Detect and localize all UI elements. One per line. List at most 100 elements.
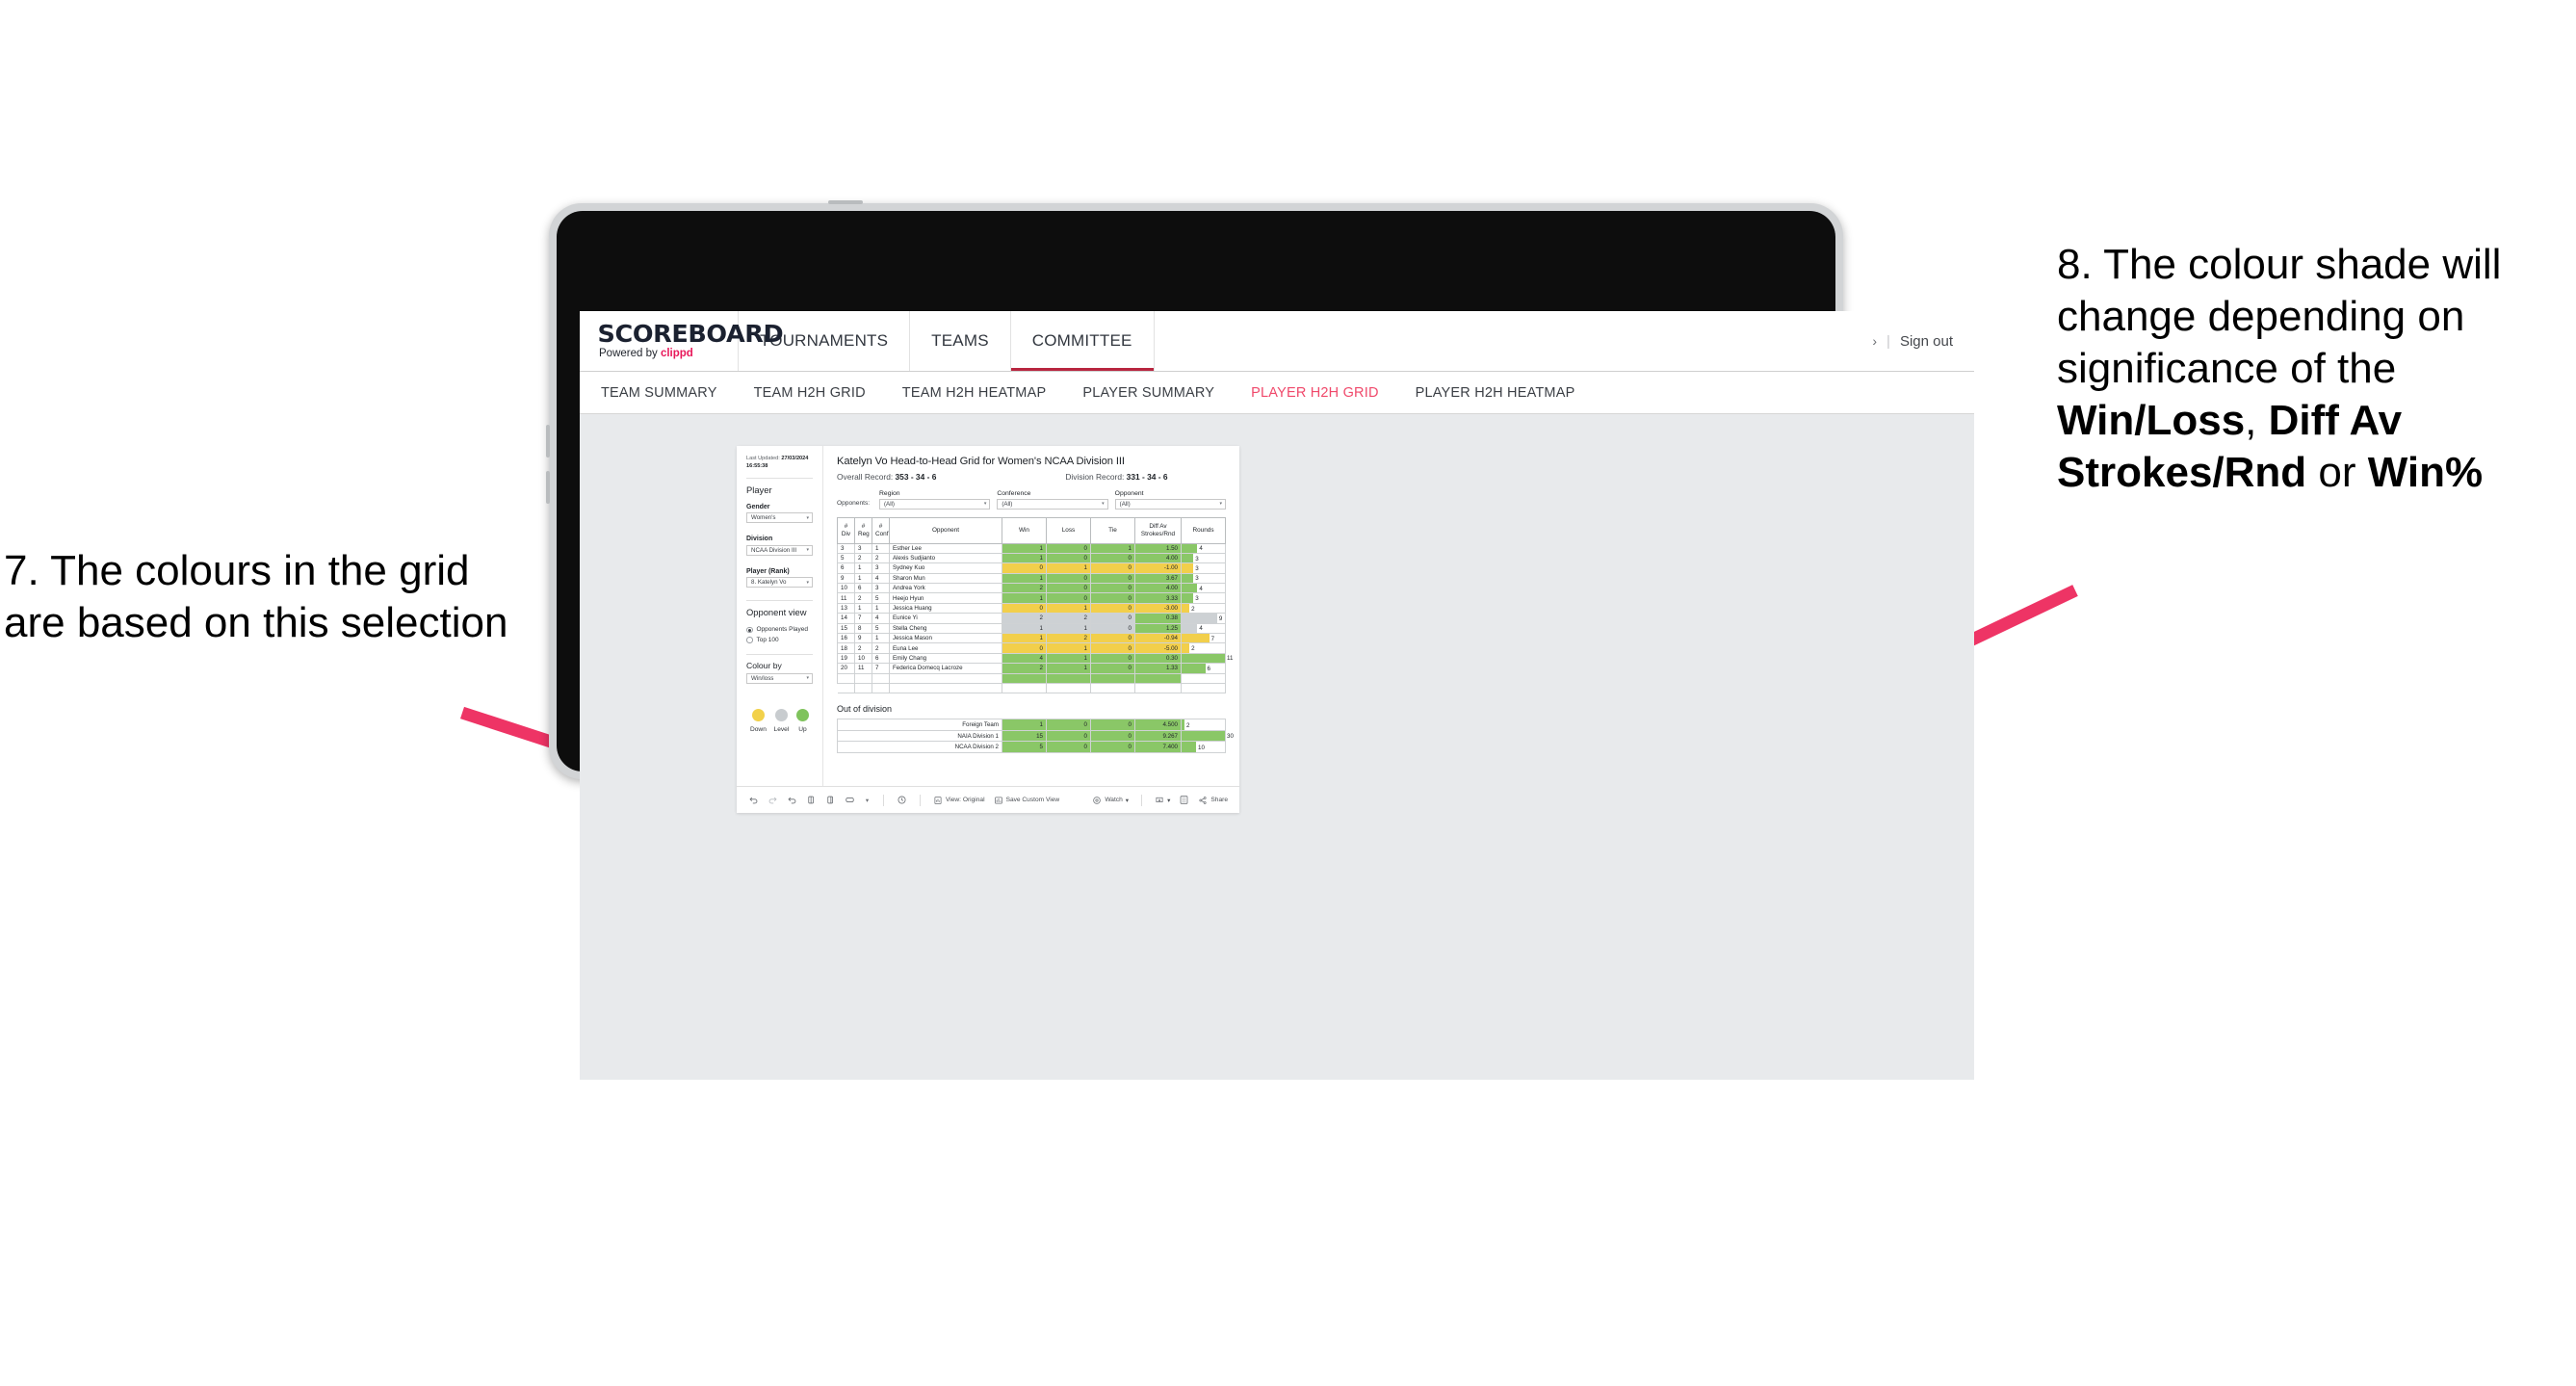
grid-cell-loss: 0 bbox=[1046, 542, 1091, 554]
fullscreen-icon[interactable] bbox=[1179, 795, 1189, 805]
grid-col-header-l1: Win bbox=[1018, 526, 1029, 534]
rounds-bar bbox=[1182, 634, 1210, 643]
grid-cell-diff: 4.00 bbox=[1134, 552, 1182, 564]
rounds-value: 2 bbox=[1191, 605, 1195, 613]
logo-wordmark: SCOREBOARD bbox=[597, 320, 784, 349]
grid-cell-tie: 0 bbox=[1090, 552, 1135, 564]
view-original-button[interactable]: View: Original bbox=[933, 796, 985, 805]
grid-col-header[interactable]: # Reg bbox=[854, 516, 872, 544]
grid-cell-win: 2 bbox=[1002, 613, 1047, 624]
tab-player-h2h-heatmap[interactable]: PLAYER H2H HEATMAP bbox=[1416, 385, 1575, 401]
grid-col-header[interactable]: Opponent bbox=[889, 516, 1002, 544]
opponent-select[interactable]: (All) ▾ bbox=[1114, 499, 1226, 510]
table-row[interactable]: 5 2 2 Alexis Sudjianto 1 0 0 4.00 3 bbox=[837, 552, 1226, 564]
grid-cell-clipped bbox=[1046, 672, 1091, 684]
conference-select[interactable]: (All) ▾ bbox=[997, 499, 1108, 510]
grid-cell-empty bbox=[1181, 682, 1226, 694]
division-label: Division bbox=[746, 536, 773, 543]
grid-cell-win: 1 bbox=[1002, 552, 1047, 564]
tab-team-summary[interactable]: TEAM SUMMARY bbox=[601, 385, 717, 401]
undo-icon[interactable] bbox=[748, 795, 759, 805]
grid-col-header[interactable]: # Conf bbox=[872, 516, 890, 544]
revert-icon[interactable] bbox=[787, 795, 797, 805]
grid-cell-loss: 2 bbox=[1046, 613, 1091, 624]
table-row[interactable]: 6 1 3 Sydney Kuo 0 1 0 -1.00 3 bbox=[837, 562, 1226, 574]
grid-col-header[interactable]: Rounds bbox=[1181, 516, 1226, 544]
grid-cell-empty bbox=[1046, 682, 1091, 694]
annotation-right-lead: 8. The colour shade will change dependin… bbox=[2057, 241, 2502, 393]
watch-button[interactable]: Watch ▾ bbox=[1092, 796, 1129, 805]
rounds-value: 3 bbox=[1195, 595, 1199, 603]
app-logo[interactable]: SCOREBOARD Powered by clippd bbox=[580, 311, 784, 371]
grid-cell-tie: 0 bbox=[1090, 562, 1135, 574]
share-button[interactable]: Share bbox=[1198, 796, 1228, 805]
ood-cell-tie: 0 bbox=[1090, 729, 1135, 743]
nav-item-committee[interactable]: COMMITTEE bbox=[1011, 311, 1155, 371]
download-button[interactable]: ▾ bbox=[1155, 796, 1170, 805]
table-row[interactable]: 10 6 3 Andrea York 2 0 0 4.00 4 bbox=[837, 583, 1226, 594]
player-rank-select[interactable]: 8. Katelyn Vo ▾ bbox=[746, 577, 813, 588]
division-select[interactable]: NCAA Division III ▾ bbox=[746, 544, 813, 556]
rounds-value: 7 bbox=[1210, 635, 1215, 642]
tab-player-summary[interactable]: PLAYER SUMMARY bbox=[1082, 385, 1214, 401]
table-row[interactable]: 3 3 1 Esther Lee 1 0 1 1.50 4 bbox=[837, 542, 1226, 554]
ood-cell-loss: 0 bbox=[1046, 719, 1091, 731]
grid-col-header-l1: Loss bbox=[1061, 526, 1076, 534]
radio-top-100[interactable]: Top 100 bbox=[746, 637, 813, 643]
grid-col-header[interactable]: Tie bbox=[1090, 516, 1135, 544]
last-updated-label: Last Updated: bbox=[746, 456, 782, 461]
table-row[interactable]: 15 8 5 Stella Cheng 1 1 0 1.25 4 bbox=[837, 622, 1226, 635]
redo-icon[interactable] bbox=[768, 795, 778, 805]
colour-by-select[interactable]: Win/loss ▾ bbox=[746, 672, 813, 684]
table-row[interactable]: 18 2 2 Euna Lee 0 1 0 -5.00 2 bbox=[837, 642, 1226, 654]
tab-team-h2h-grid[interactable]: TEAM H2H GRID bbox=[754, 385, 866, 401]
device-volume-button bbox=[546, 425, 550, 458]
filter-divider-2 bbox=[746, 600, 813, 602]
table-row[interactable]: 14 7 4 Eunice Yi 2 2 0 0.38 9 bbox=[837, 613, 1226, 624]
device-layout-icon[interactable] bbox=[845, 795, 855, 805]
table-row[interactable]: 16 9 1 Jessica Mason 1 2 0 -0.94 7 bbox=[837, 632, 1226, 644]
rounds-bar bbox=[1182, 573, 1194, 584]
chevron-down-icon[interactable]: ▾ bbox=[864, 795, 871, 805]
grid-col-header[interactable]: # Div bbox=[837, 516, 855, 544]
grid-cell-empty bbox=[1134, 682, 1182, 694]
history-icon[interactable] bbox=[897, 795, 907, 805]
table-row[interactable]: NCAA Division 2 5 0 0 7.400 10 bbox=[837, 741, 1226, 753]
table-row[interactable]: Foreign Team 1 0 0 4.500 2 bbox=[837, 719, 1226, 731]
grid-cell-win: 1 bbox=[1002, 632, 1047, 644]
grid-cell-div: 20 bbox=[837, 663, 855, 674]
grid-cell-empty bbox=[837, 682, 855, 694]
grid-col-header[interactable]: Diff Av Strokes/Rnd bbox=[1134, 516, 1182, 544]
chevron-right-icon[interactable]: › bbox=[1872, 333, 1877, 349]
table-row[interactable]: 20 11 7 Federica Domecq Lacroze 2 1 0 1.33 6 bbox=[837, 663, 1226, 674]
tab-team-h2h-heatmap[interactable]: TEAM H2H HEATMAP bbox=[902, 385, 1047, 401]
table-row[interactable]: 11 2 5 Heejo Hyun 1 0 0 3.33 3 bbox=[837, 592, 1226, 604]
ood-cell-rounds: 30 bbox=[1181, 729, 1234, 743]
table-row[interactable]: NAIA Division 1 15 0 0 9.267 30 bbox=[837, 729, 1234, 743]
gender-select[interactable]: Women's ▾ bbox=[746, 512, 813, 524]
grid-cell-div: 9 bbox=[837, 572, 855, 585]
grid-cell-div: 13 bbox=[837, 602, 855, 615]
grid-col-header[interactable]: Loss bbox=[1046, 516, 1091, 544]
radio-opponents-played[interactable]: Opponents Played bbox=[746, 626, 813, 633]
pause-icon[interactable] bbox=[825, 795, 836, 805]
ood-cell-win: 5 bbox=[1002, 741, 1047, 753]
ood-cell-rounds: 10 bbox=[1181, 741, 1226, 753]
tab-player-h2h-grid[interactable]: PLAYER H2H GRID bbox=[1251, 385, 1378, 401]
sign-out-link[interactable]: Sign out bbox=[1900, 333, 1953, 350]
region-select[interactable]: (All) ▾ bbox=[879, 499, 991, 510]
grid-col-header[interactable]: Win bbox=[1002, 516, 1047, 544]
logo-tagline: Powered by clippd bbox=[599, 349, 738, 360]
save-custom-view-button[interactable]: Save Custom View bbox=[994, 796, 1059, 805]
chevron-down-icon: ▾ bbox=[1125, 797, 1130, 804]
refresh-icon[interactable] bbox=[806, 795, 817, 805]
nav-item-teams[interactable]: TEAMS bbox=[910, 311, 1011, 371]
grid-cell-diff: 0.38 bbox=[1134, 613, 1182, 624]
grid-col-header-l1: # bbox=[861, 522, 866, 530]
table-row[interactable]: 9 1 4 Sharon Mun 1 0 0 3.67 3 bbox=[837, 572, 1226, 585]
primary-nav: TOURNAMENTS TEAMS COMMITTEE bbox=[739, 311, 1155, 371]
table-row[interactable]: 19 10 6 Emily Chang 4 1 0 0.30 11 bbox=[837, 652, 1233, 665]
out-of-division-table: Foreign Team 1 0 0 4.500 2 NAIA Division 1 15 0 0… bbox=[837, 719, 1234, 753]
dashboard-canvas: Last Updated: 27/03/2024 16:55:38 Player… bbox=[580, 414, 1974, 1080]
table-row[interactable]: 13 1 1 Jessica Huang 0 1 0 -3.00 2 bbox=[837, 602, 1226, 615]
